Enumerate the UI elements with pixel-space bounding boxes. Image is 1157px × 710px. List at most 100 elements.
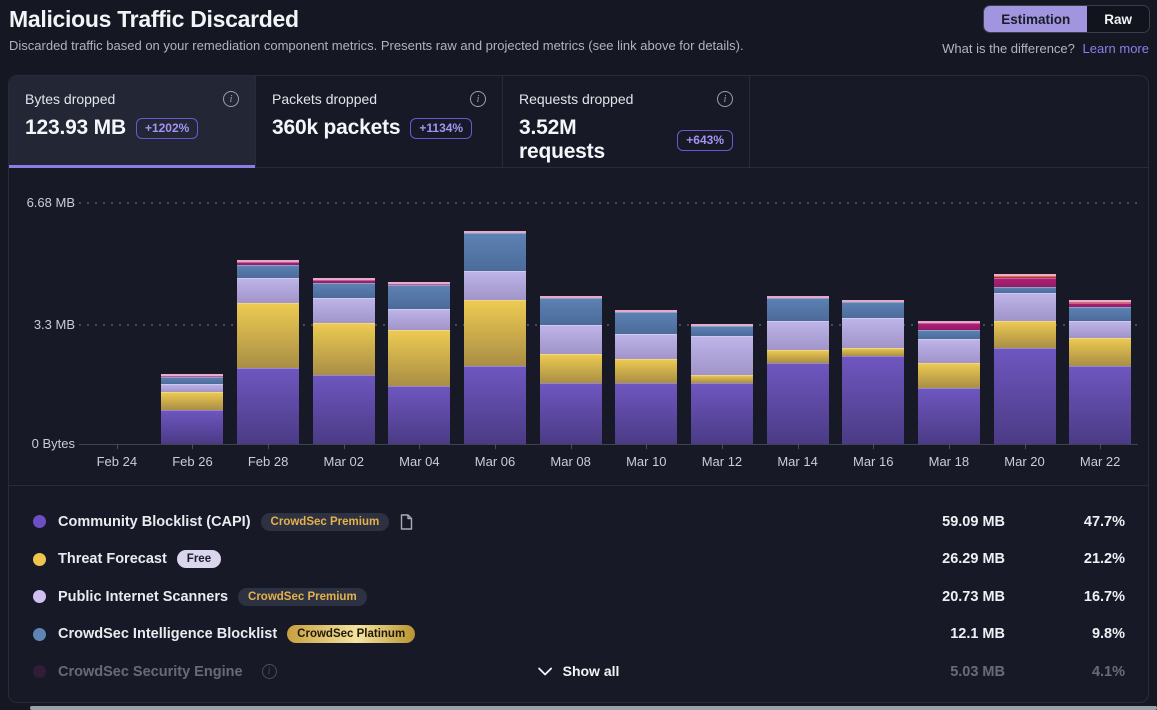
bar-slot-feb24 bbox=[79, 203, 155, 444]
bar-segment bbox=[388, 285, 450, 308]
x-axis-labels: Feb 24Feb 26Feb 28Mar 02Mar 04Mar 06Mar … bbox=[79, 450, 1138, 469]
bar-segment bbox=[1069, 321, 1131, 337]
learn-more-link[interactable]: Learn more bbox=[1083, 41, 1149, 56]
x-axis-tick bbox=[419, 444, 420, 449]
bar-segment bbox=[767, 350, 829, 363]
help-text: What is the difference? bbox=[942, 41, 1075, 56]
stacked-bar-mar22[interactable] bbox=[1069, 300, 1131, 444]
metric-value-row: 123.93 MB+1202% bbox=[25, 116, 239, 140]
stacked-bar-mar08[interactable] bbox=[540, 296, 602, 444]
metric-card-bytes-dropped[interactable]: Bytes droppedi 123.93 MB+1202% bbox=[9, 76, 256, 167]
bar-segment bbox=[994, 321, 1056, 348]
info-icon[interactable]: i bbox=[262, 664, 277, 679]
metric-value: 360k packets bbox=[272, 116, 400, 140]
chart-legend: Community Blocklist (CAPI) CrowdSec Premi… bbox=[9, 486, 1148, 704]
legend-value: 20.73 MB bbox=[895, 589, 1005, 605]
legend-row[interactable]: CrowdSec Intelligence BlocklistCrowdSec … bbox=[9, 616, 1148, 654]
x-axis-tick bbox=[1025, 444, 1026, 449]
x-axis-tick-label: Mar 22 bbox=[1062, 450, 1138, 469]
legend-series-name: CrowdSec Security Engine bbox=[58, 664, 243, 680]
bar-segment bbox=[161, 384, 223, 392]
legend-series-name: Public Internet Scanners bbox=[58, 589, 228, 605]
info-icon[interactable]: i bbox=[223, 91, 239, 107]
bar-slot-feb28 bbox=[230, 203, 306, 444]
bar-segment bbox=[615, 359, 677, 382]
metric-delta-badge: +1134% bbox=[410, 118, 472, 139]
metric-cards-row: Bytes droppedi123.93 MB+1202%Packets dro… bbox=[9, 76, 1148, 168]
bar-segment bbox=[464, 271, 526, 300]
show-all-label: Show all bbox=[563, 663, 620, 679]
x-axis-tick-label: Mar 16 bbox=[835, 450, 911, 469]
x-axis-tick bbox=[722, 444, 723, 449]
bar-segment bbox=[918, 388, 980, 444]
bar-slot-mar18 bbox=[911, 203, 987, 444]
bar-slot-mar12 bbox=[684, 203, 760, 444]
legend-percent: 9.8% bbox=[1005, 626, 1125, 642]
metric-delta-badge: +1202% bbox=[136, 118, 198, 139]
x-axis-tick-label: Feb 24 bbox=[79, 450, 155, 469]
stacked-bar-mar14[interactable] bbox=[767, 296, 829, 444]
stacked-bar-mar16[interactable] bbox=[842, 300, 904, 444]
bar-segment bbox=[388, 330, 450, 386]
bar-slot-mar20 bbox=[987, 203, 1063, 444]
bar-segment bbox=[767, 298, 829, 321]
stacked-bar-feb28[interactable] bbox=[237, 260, 299, 444]
horizontal-scrollbar[interactable] bbox=[30, 706, 1157, 710]
tab-estimation[interactable]: Estimation bbox=[984, 6, 1087, 32]
bar-segment bbox=[691, 326, 753, 336]
legend-row-left: Community Blocklist (CAPI) CrowdSec Premi… bbox=[33, 513, 895, 531]
bar-segment bbox=[540, 383, 602, 444]
stacked-bar-mar20[interactable] bbox=[994, 274, 1056, 444]
x-axis-tick-label: Mar 04 bbox=[382, 450, 458, 469]
x-axis-tick bbox=[495, 444, 496, 449]
help-line: What is the difference? Learn more bbox=[942, 41, 1149, 56]
info-icon[interactable]: i bbox=[717, 91, 733, 107]
legend-row-left: Public Internet Scanners CrowdSec Premium bbox=[33, 588, 895, 606]
bar-slot-mar22 bbox=[1062, 203, 1138, 444]
bar-segment bbox=[1069, 307, 1131, 321]
legend-row[interactable]: Threat ForecastFree26.29 MB21.2% bbox=[9, 541, 1148, 579]
show-all-button[interactable]: Show all bbox=[538, 663, 620, 679]
plan-badge: CrowdSec Premium bbox=[238, 588, 367, 606]
info-icon[interactable]: i bbox=[470, 91, 486, 107]
stacked-bar-mar02[interactable] bbox=[313, 278, 375, 444]
stacked-bar-feb26[interactable] bbox=[161, 374, 223, 444]
legend-row[interactable]: Public Internet Scanners CrowdSec Premium… bbox=[9, 578, 1148, 616]
metric-card-header: Bytes droppedi bbox=[25, 91, 239, 107]
bar-slot-mar06 bbox=[457, 203, 533, 444]
bar-segment bbox=[1069, 338, 1131, 367]
bar-segment bbox=[313, 323, 375, 375]
y-axis-tick-label: 3.3 MB bbox=[19, 317, 75, 332]
plan-badge: CrowdSec Premium bbox=[261, 513, 390, 531]
legend-row[interactable]: Community Blocklist (CAPI) CrowdSec Premi… bbox=[9, 503, 1148, 541]
bar-segment bbox=[615, 334, 677, 359]
stacked-bar-mar10[interactable] bbox=[615, 310, 677, 444]
stacked-bar-mar12[interactable] bbox=[691, 324, 753, 444]
bar-segment bbox=[237, 368, 299, 444]
bar-segment bbox=[388, 309, 450, 331]
stacked-bar-mar18[interactable] bbox=[918, 321, 980, 444]
bar-segment bbox=[615, 383, 677, 444]
metric-card-requests-dropped[interactable]: Requests droppedi3.52M requests+643% bbox=[503, 76, 750, 167]
stacked-bar-mar06[interactable] bbox=[464, 231, 526, 444]
bar-slot-mar14 bbox=[760, 203, 836, 444]
metric-value: 3.52M requests bbox=[519, 116, 667, 164]
legend-series-name: Community Blocklist (CAPI) bbox=[58, 514, 251, 530]
bar-segment bbox=[237, 303, 299, 368]
chevron-down-icon bbox=[538, 667, 552, 676]
legend-percent: 16.7% bbox=[1005, 589, 1125, 605]
bar-segment bbox=[615, 312, 677, 334]
bar-segment bbox=[918, 363, 980, 388]
bar-segment bbox=[464, 300, 526, 367]
tab-raw[interactable]: Raw bbox=[1087, 6, 1149, 32]
x-axis-tick-label: Feb 26 bbox=[155, 450, 231, 469]
document-icon[interactable] bbox=[400, 514, 413, 530]
metric-card-packets-dropped[interactable]: Packets droppedi360k packets+1134% bbox=[256, 76, 503, 167]
y-axis-tick-label: 0 Bytes bbox=[19, 436, 75, 451]
legend-color-dot bbox=[33, 515, 46, 528]
plan-badge: CrowdSec Platinum bbox=[287, 625, 415, 643]
x-axis-tick-label: Mar 20 bbox=[987, 450, 1063, 469]
stacked-bar-mar04[interactable] bbox=[388, 282, 450, 444]
bar-segment bbox=[237, 278, 299, 303]
metric-label: Requests dropped bbox=[519, 91, 633, 107]
